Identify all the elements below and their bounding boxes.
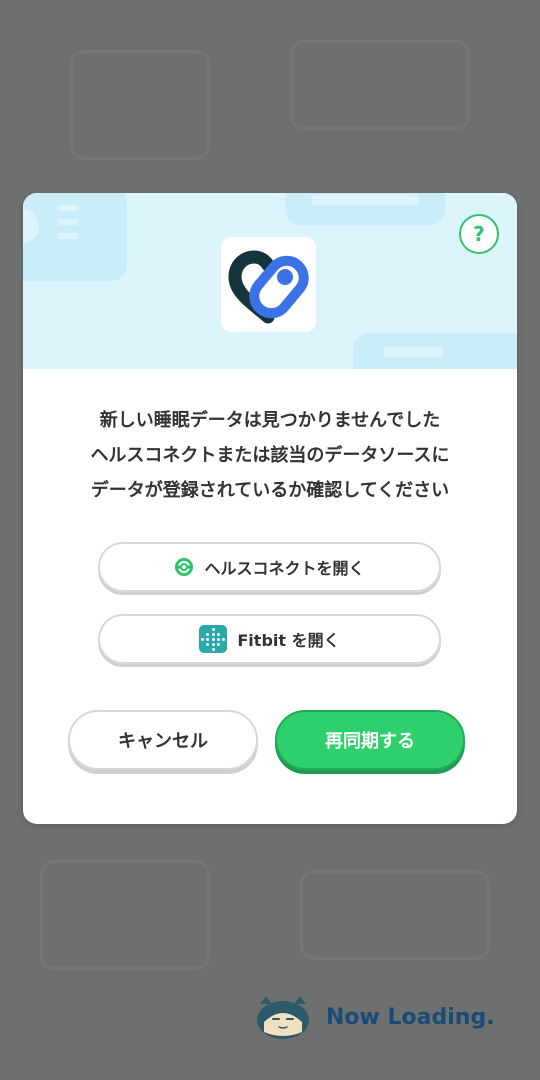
snorlax-icon — [257, 996, 309, 1039]
message-line: 新しい睡眠データは見つかりませんでした — [99, 410, 441, 431]
health-connect-app-icon — [221, 237, 316, 332]
fitbit-icon — [199, 625, 228, 653]
open-fitbit-label: Fitbit を開く — [237, 631, 340, 650]
dialog-header: ? — [23, 193, 517, 369]
resync-label: 再同期する — [325, 731, 415, 752]
cancel-button[interactable]: キャンセル — [68, 710, 258, 770]
open-health-connect-label: ヘルスコネクトを開く — [204, 559, 365, 578]
header-decoration — [23, 193, 127, 281]
open-health-connect-button[interactable]: ヘルスコネクトを開く — [98, 542, 441, 592]
health-connect-icon — [175, 558, 194, 576]
open-fitbit-button[interactable]: Fitbit を開く — [98, 614, 441, 664]
loading-text: Now Loading. — [326, 1004, 495, 1030]
resync-button[interactable]: 再同期する — [275, 710, 465, 770]
message-line: ヘルスコネクトまたは該当のデータソースに — [90, 445, 450, 466]
header-decoration — [353, 333, 517, 369]
cancel-label: キャンセル — [118, 731, 208, 752]
loading-indicator: Now Loading. — [254, 993, 495, 1041]
sync-error-dialog: ? 新しい睡眠データは見つかりませんでした ヘルスコネクトまたは該当のデータソー… — [23, 193, 517, 824]
question-icon: ? — [473, 222, 485, 246]
header-decoration — [285, 193, 445, 225]
message-text: 新しい睡眠データは見つかりませんでした ヘルスコネクトまたは該当のデータソースに… — [23, 403, 517, 508]
message-line: データが登録されているか確認してください — [90, 480, 450, 501]
help-button[interactable]: ? — [459, 214, 499, 254]
